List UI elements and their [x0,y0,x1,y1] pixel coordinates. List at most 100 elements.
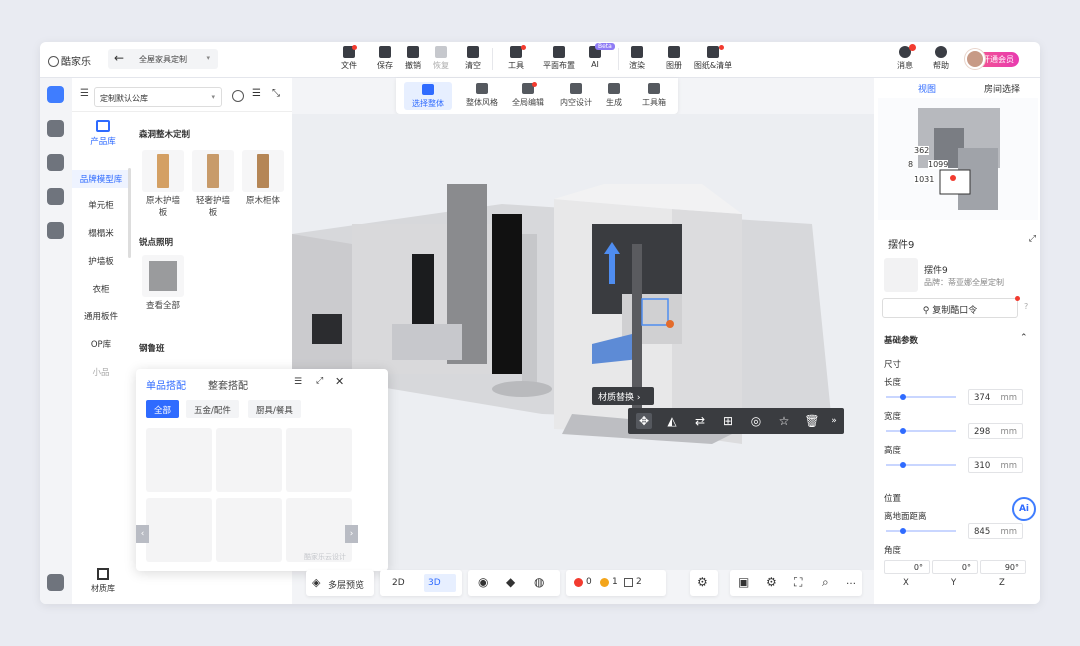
help-button[interactable]: 帮助 [928,46,954,71]
tab-view[interactable]: 视图 [918,82,936,95]
product-card[interactable]: 原木柜体 [242,150,284,207]
product-card[interactable]: 轻奢护墙板 [192,150,234,219]
tab-room-select[interactable]: 房间选择 [984,82,1020,95]
category-brand-models[interactable]: 品牌模型库 [72,170,130,188]
slider-knob[interactable] [900,428,906,434]
material-library-tab[interactable]: 材质库 [88,568,118,594]
gauge-icon[interactable]: ◍ [534,575,544,589]
product-thumbnail[interactable] [286,428,352,492]
minimap[interactable]: 362 8 1099 1031 [878,98,1038,220]
delete-icon[interactable]: 🗑 [804,413,820,429]
length-input[interactable]: 374 mm [968,389,1023,405]
angle-x-input[interactable]: 0° [884,560,930,574]
select-all-button[interactable]: 选择整体 [404,82,452,110]
next-page-button[interactable]: › [345,525,358,543]
product-thumbnail[interactable] [146,498,212,562]
category-wardrobe[interactable]: 衣柜 [72,283,130,295]
more-icon[interactable]: » [826,413,842,429]
eye-icon[interactable]: ◉ [478,575,488,589]
tab-single-item[interactable]: 单品搭配 [146,377,186,392]
layers-nav-icon[interactable] [47,574,64,591]
product-thumbnail[interactable] [216,428,282,492]
status-counters[interactable]: 0 1 2 [566,570,666,596]
layout-button[interactable]: 平面布置 [540,46,578,71]
global-edit-button[interactable]: 全局编辑 [504,83,552,108]
height-input[interactable]: 310 mm [968,457,1023,473]
height-slider[interactable] [886,462,956,468]
settings-toggle-button[interactable]: ⚙ [690,570,718,596]
product-card[interactable]: 原木护墙板 [142,150,184,219]
ground-distance-input[interactable]: 845 mm [968,523,1023,539]
copy-command-button[interactable]: ⚲ 复制酷口令 [882,298,1018,318]
list-icon[interactable]: ☰ [80,88,89,99]
width-input[interactable]: 298 mm [968,423,1023,439]
collapse-icon[interactable]: ⤡ [272,88,280,99]
file-button[interactable]: 文件 [334,46,364,71]
multi-floor-button[interactable]: ◈ 多层预览 [306,570,374,596]
slider-knob[interactable] [900,394,906,400]
library-selector[interactable]: 定制默认公库 ▾ [94,87,222,107]
products-nav-icon[interactable] [47,86,64,103]
prev-page-button[interactable]: ‹ [136,525,149,543]
filter-chip-all[interactable]: 全部 [146,400,180,418]
ground-distance-slider[interactable] [886,528,956,534]
length-slider[interactable] [886,394,956,400]
avatar[interactable] [965,49,985,69]
width-slider[interactable] [886,428,956,434]
slider-knob[interactable] [900,528,906,534]
product-library-tab[interactable]: 产品库 [78,120,128,147]
fit-view-icon[interactable]: ⛶ [794,575,802,590]
mode-2d[interactable]: 2D [392,578,405,588]
toolbox-button[interactable]: 工具箱 [630,83,678,108]
close-icon[interactable]: ✕ [335,375,344,388]
product-card[interactable]: 查看全部 [142,255,184,312]
undo-button[interactable]: 撤销 [398,46,428,71]
user-nav-icon[interactable] [47,154,64,171]
move-icon[interactable]: ✥ [636,413,652,429]
tools-button[interactable]: 工具 [501,46,531,71]
mode-3d[interactable]: 3D [424,574,456,592]
category-op-library[interactable]: OP库 [72,338,130,350]
app-logo[interactable]: 酷家乐 [48,53,91,68]
product-thumbnail[interactable] [146,428,212,492]
favorite-icon[interactable]: ☆ [776,413,792,429]
album-button[interactable]: 图册 [659,46,689,71]
filter-icon[interactable]: ☰ [252,88,261,99]
hide-icon[interactable]: ◎ [748,413,764,429]
save-button[interactable]: 保存 [370,46,400,71]
material-replace-button[interactable]: 材质替换 › [592,387,654,405]
style-button[interactable]: 整体风格 [458,83,506,108]
ai-assistant-button[interactable]: Ai [1012,497,1036,521]
category-tatami[interactable]: 榻榻米 [72,227,130,239]
tab-whole-set[interactable]: 整套搭配 [208,377,248,392]
help-icon[interactable]: ? [1024,302,1028,311]
expand-icon[interactable]: ⤢ [1029,234,1036,244]
product-thumbnail[interactable] [216,498,282,562]
render-button[interactable]: 渲染 [622,46,652,71]
filter-chip-kitchenware[interactable]: 厨具/餐具 [248,400,301,418]
category-wall-panel[interactable]: 护墙板 [72,255,130,267]
redo-button[interactable]: 恢复 [426,46,456,71]
cube-icon[interactable]: ◆ [506,575,515,589]
expand-icon[interactable]: ⤢ [316,376,323,386]
back-arrow-icon[interactable]: ← [114,51,124,65]
capture-icon[interactable]: ▣ [738,575,749,589]
clear-button[interactable]: 清空 [458,46,488,71]
slider-knob[interactable] [900,462,906,468]
angle-z-input[interactable]: 90° [980,560,1026,574]
search-icon[interactable] [232,90,244,102]
category-small-items[interactable]: 小品 [72,366,130,378]
mirror-icon[interactable]: ◭ [664,413,680,429]
replace-icon[interactable]: ⇄ [692,413,708,429]
chevron-up-icon[interactable]: ⌃ [1020,333,1028,343]
model-nav-icon[interactable] [47,120,64,137]
zoom-search-icon[interactable]: ⌕ [822,575,829,590]
filter-chip-hardware[interactable]: 五金/配件 [186,400,239,418]
category-general-board[interactable]: 通用板件 [72,310,130,322]
add-icon[interactable]: ⊞ [720,413,736,429]
puzzle-nav-icon[interactable] [47,222,64,239]
cabinet-nav-icon[interactable] [47,188,64,205]
drawings-list-button[interactable]: 图纸&清单 [692,46,734,71]
document-title-selector[interactable]: ← 全屋家具定制 ▾ [108,49,218,69]
category-unit-cabinet[interactable]: 单元柜 [72,199,130,211]
